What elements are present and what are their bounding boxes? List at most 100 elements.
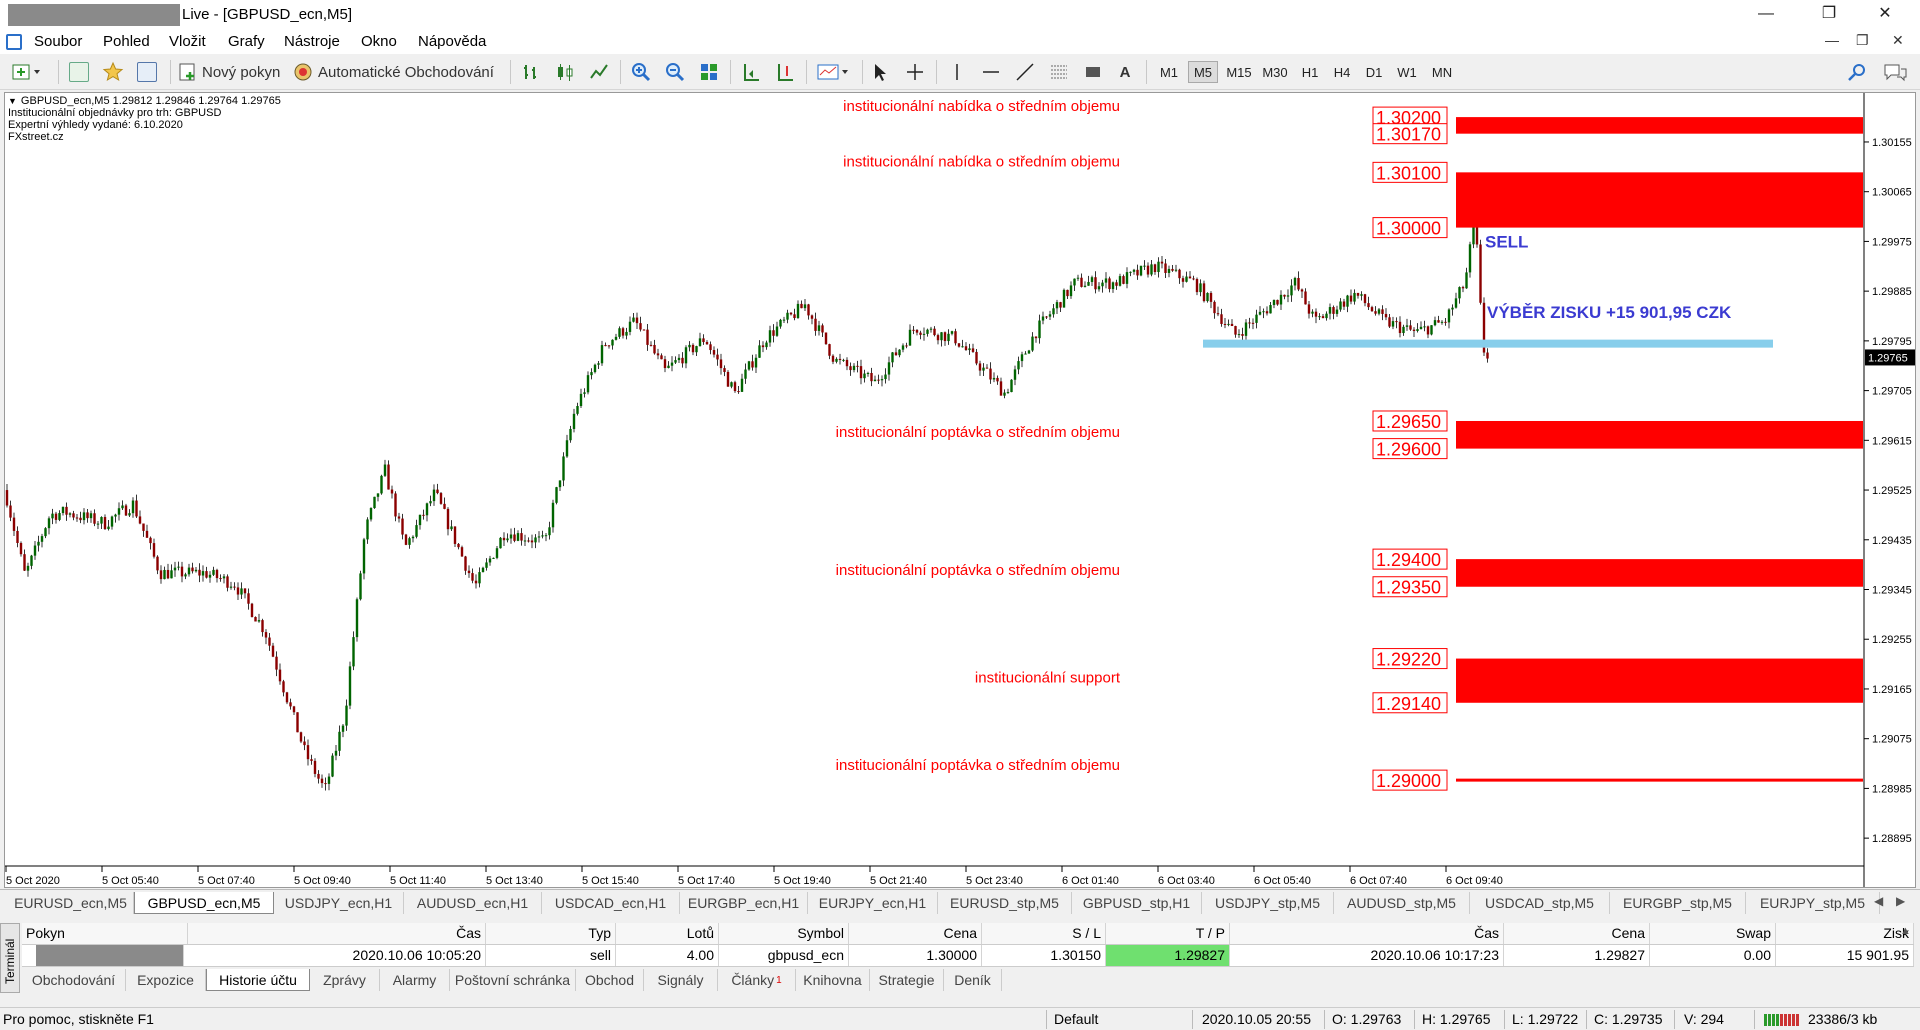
minimize-button[interactable]: — [1743, 0, 1789, 30]
cursor-icon[interactable] [868, 60, 894, 84]
menu-file[interactable]: Soubor [34, 33, 82, 50]
tabs-scroll-left-icon[interactable]: ◀ [1874, 894, 1883, 908]
column-header[interactable]: T / P [1106, 923, 1230, 944]
column-header[interactable]: Symbol [719, 923, 849, 944]
menu-help[interactable]: Nápověda [418, 33, 486, 50]
timeframe-w1[interactable]: W1 [1392, 61, 1422, 83]
mdi-minimize-icon[interactable]: — [1825, 32, 1839, 48]
favorites-button[interactable] [100, 60, 126, 84]
symbol-tab[interactable]: USDCAD_ecn,H1 [542, 892, 680, 914]
rectangle-icon[interactable] [1080, 60, 1106, 84]
bull-candle [1006, 392, 1010, 394]
crosshair-icon[interactable] [902, 60, 928, 84]
text-tool-button[interactable]: A [1112, 60, 1138, 84]
symbol-tab[interactable]: AUDUSD_ecn,H1 [404, 892, 542, 914]
symbol-tab[interactable]: USDJPY_stp,M5 [1202, 892, 1334, 914]
symbol-tab[interactable]: GBPUSD_stp,H1 [1072, 892, 1202, 914]
line-chart-icon[interactable] [586, 60, 612, 84]
profiles-button[interactable] [66, 60, 92, 84]
table-scroll-icon[interactable]: ▲ [1900, 925, 1911, 937]
bear-candle [282, 681, 285, 693]
terminal-tab[interactable]: Historie účtu [206, 969, 310, 991]
terminal-tab[interactable]: Články 1 [718, 969, 796, 991]
new-chart-button[interactable] [8, 60, 46, 84]
column-header[interactable]: Swap [1650, 923, 1776, 944]
column-header[interactable]: Čas [188, 923, 486, 944]
bar-chart-icon[interactable] [518, 60, 544, 84]
terminal-tab[interactable]: Signály [644, 969, 718, 991]
zoom-out-icon[interactable] [662, 60, 688, 84]
menu-insert[interactable]: Vložit [169, 33, 206, 50]
chart-shift-icon[interactable] [772, 60, 798, 84]
symbol-tab[interactable]: EURGBP_stp,M5 [1610, 892, 1746, 914]
auto-scroll-icon[interactable] [738, 60, 764, 84]
new-order-button[interactable]: Nový pokyn [178, 60, 284, 84]
bear-candle [1426, 326, 1430, 335]
chart-menu-icon[interactable]: ▼ [8, 95, 17, 107]
terminal-tab[interactable]: Poštovní schránka [450, 969, 576, 991]
table-cell: 1.29827 [1106, 945, 1230, 966]
symbol-tab[interactable]: EURGBP_ecn,H1 [680, 892, 808, 914]
bull-candle [26, 565, 30, 571]
mdi-restore-icon[interactable]: ❐ [1856, 32, 1869, 49]
column-header[interactable]: Pokyn [22, 923, 188, 944]
zoom-in-icon[interactable] [628, 60, 654, 84]
terminal-tab[interactable]: Alarmy [380, 969, 450, 991]
timeframe-m15[interactable]: M15 [1222, 61, 1256, 83]
symbol-tab[interactable]: EURJPY_stp,M5 [1746, 892, 1880, 914]
column-header[interactable]: Typ [486, 923, 616, 944]
menu-tools[interactable]: Nástroje [284, 33, 340, 50]
status-profile[interactable]: Default [1054, 1011, 1098, 1027]
column-header[interactable]: Zisk [1776, 923, 1914, 944]
terminal-tab[interactable]: Strategie [870, 969, 944, 991]
symbol-tab[interactable]: GBPUSD_ecn,M5 [134, 892, 274, 914]
column-header[interactable]: Cena [849, 923, 982, 944]
menu-view[interactable]: Pohled [103, 33, 150, 50]
vertical-line-icon[interactable] [944, 60, 970, 84]
navigator-button[interactable] [134, 60, 160, 84]
tile-windows-icon[interactable] [696, 60, 722, 84]
close-button[interactable]: ✕ [1862, 0, 1908, 30]
terminal-tab[interactable]: Obchodování [22, 969, 126, 991]
symbol-tab[interactable]: EURJPY_ecn,H1 [808, 892, 938, 914]
timeframe-m1[interactable]: M1 [1154, 61, 1184, 83]
timeframe-h4[interactable]: H4 [1328, 61, 1356, 83]
bear-candle [639, 323, 642, 330]
column-header[interactable]: Lotů [616, 923, 719, 944]
terminal-tab[interactable]: Zprávy [310, 969, 380, 991]
fibonacci-icon[interactable] [1046, 60, 1072, 84]
menu-window[interactable]: Okno [361, 33, 397, 50]
maximize-button[interactable]: ❐ [1806, 0, 1852, 30]
column-header[interactable]: Čas [1230, 923, 1504, 944]
symbol-tab[interactable]: AUDUSD_stp,M5 [1334, 892, 1470, 914]
price-chart[interactable]: 1.30155 1.30065 1.29975 1.29885 1.29795 1.297… [4, 92, 1916, 888]
terminal-tab[interactable]: Knihovna [796, 969, 870, 991]
column-header[interactable]: Cena [1504, 923, 1650, 944]
horizontal-line-icon[interactable] [978, 60, 1004, 84]
bear-candle [894, 352, 898, 356]
timeframe-mn[interactable]: MN [1426, 61, 1458, 83]
column-header[interactable]: S / L [982, 923, 1106, 944]
terminal-tab[interactable]: Expozice [126, 969, 206, 991]
timeframe-m30[interactable]: M30 [1258, 61, 1292, 83]
search-icon[interactable] [1844, 60, 1870, 84]
symbol-tab[interactable]: USDJPY_ecn,H1 [274, 892, 404, 914]
timeframe-h1[interactable]: H1 [1296, 61, 1324, 83]
mdi-close-icon[interactable]: ✕ [1892, 32, 1904, 49]
trendline-icon[interactable] [1012, 60, 1038, 84]
symbol-tab[interactable]: USDCAD_stp,M5 [1470, 892, 1610, 914]
symbol-tab[interactable]: EURUSD_stp,M5 [938, 892, 1072, 914]
terminal-tab[interactable]: Deník [944, 969, 1002, 991]
symbol-tab[interactable]: EURUSD_ecn,M5 [8, 892, 134, 914]
timeframe-m5[interactable]: M5 [1188, 61, 1218, 83]
tabs-scroll-right-icon[interactable]: ▶ [1896, 894, 1905, 908]
terminal-tab[interactable]: Obchod [576, 969, 644, 991]
menu-charts[interactable]: Grafy [228, 33, 265, 50]
indicators-button[interactable] [814, 60, 854, 84]
chat-icon[interactable] [1880, 60, 1910, 84]
candlestick-chart-icon[interactable] [552, 60, 578, 84]
table-row[interactable]: 2020.10.06 10:05:20 sell 4.00 gbpusd_ecn 1.3… [22, 945, 1914, 967]
auto-trading-button[interactable]: Automatické Obchodování [292, 60, 500, 84]
price-tick-label: 1.29615 [1872, 435, 1912, 447]
timeframe-d1[interactable]: D1 [1360, 61, 1388, 83]
